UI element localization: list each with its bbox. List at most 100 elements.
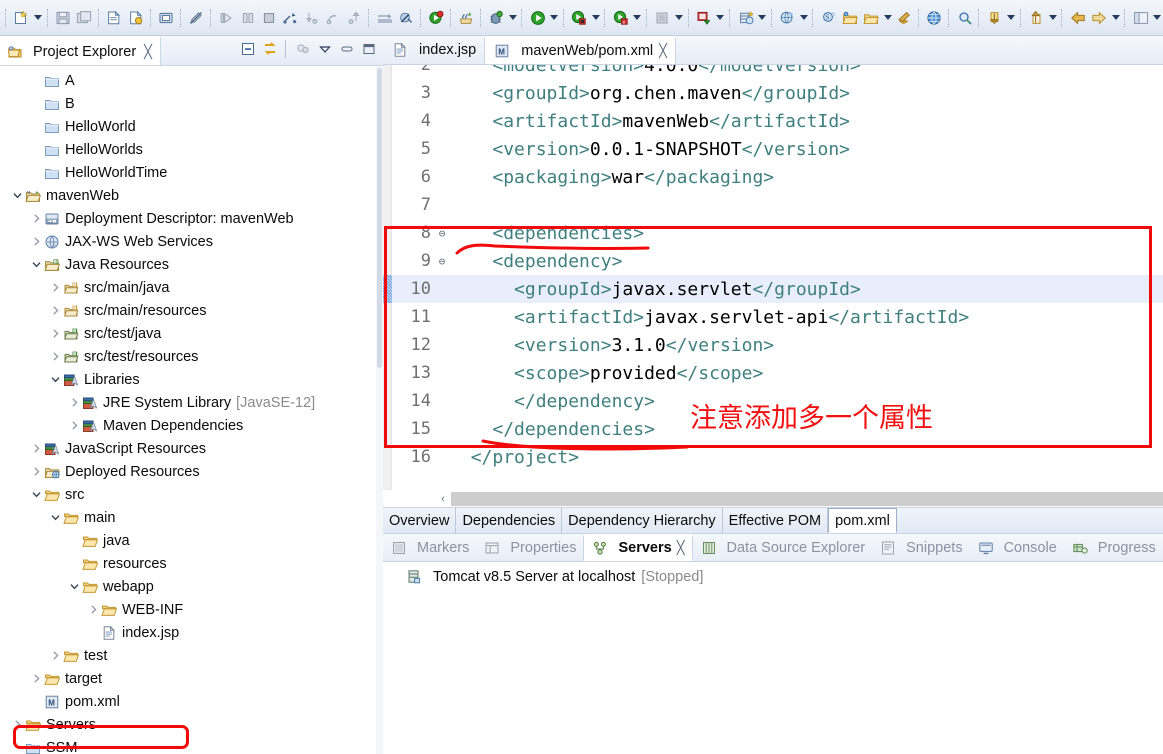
tree-item-java[interactable]: java	[0, 529, 383, 552]
chevron-right-icon[interactable]	[67, 414, 81, 437]
chevron-right-icon[interactable]	[29, 460, 43, 483]
new-connection-dropdown-arrow[interactable]	[798, 7, 809, 29]
tree-item-src-main-java[interactable]: src/main/java	[0, 276, 383, 299]
save-icon[interactable]	[53, 7, 72, 29]
chevron-down-icon[interactable]	[48, 506, 62, 529]
editor-tab-mavenweb-pom-xml[interactable]: MmavenWeb/pom.xml ╳	[484, 36, 676, 64]
bottom-tab-data-source-explorer[interactable]: Data Source Explorer	[693, 534, 873, 561]
editor-horizontal-scrollbar[interactable]: ‹	[383, 490, 1163, 507]
pom-tab-overview[interactable]: Overview	[383, 508, 457, 533]
link-with-editor-icon[interactable]	[260, 39, 280, 59]
chevron-down-icon[interactable]	[10, 184, 24, 207]
new-server-icon[interactable]	[736, 7, 755, 29]
tree-item-test[interactable]: test	[0, 644, 383, 667]
tree-item-java-resources[interactable]: Java Resources	[0, 253, 383, 276]
tree-item-a[interactable]: A	[0, 69, 383, 92]
publish-to-server-icon[interactable]	[694, 7, 713, 29]
tree-item-resources[interactable]: resources	[0, 552, 383, 575]
view-menu-icon[interactable]	[315, 39, 335, 59]
next-annotation-dropdown-arrow[interactable]	[1005, 7, 1016, 29]
chevron-right-icon[interactable]	[48, 299, 62, 322]
chevron-down-icon[interactable]	[29, 253, 43, 276]
tree-item-deployed-resources[interactable]: Deployed Resources	[0, 460, 383, 483]
save-all-icon[interactable]	[75, 7, 94, 29]
code-line-8[interactable]: 8 ⊖ <dependencies>	[383, 219, 1163, 247]
chevron-right-icon[interactable]	[29, 667, 43, 690]
code-line-9[interactable]: 9 ⊖ <dependency>	[383, 247, 1163, 275]
tree-item-src-test-resources[interactable]: src/test/resources	[0, 345, 383, 368]
maximize-icon[interactable]	[359, 39, 379, 59]
code-line-3[interactable]: 3 <groupId>org.chen.maven</groupId>	[383, 79, 1163, 107]
tree-item-helloworlds[interactable]: HelloWorlds	[0, 138, 383, 161]
chevron-right-icon[interactable]	[29, 437, 43, 460]
code-line-4[interactable]: 4 <artifactId>mavenWeb</artifactId>	[383, 107, 1163, 135]
stop-server-icon[interactable]	[653, 7, 672, 29]
toggle-mark-occurrences-icon[interactable]	[186, 7, 205, 29]
fold-toggle-icon[interactable]: ⊖	[435, 227, 449, 240]
chevron-right-icon[interactable]	[10, 713, 24, 736]
new-css-file-icon[interactable]	[126, 7, 145, 29]
tree-item-helloworld[interactable]: HelloWorld	[0, 115, 383, 138]
project-tree[interactable]: A B HelloWorld HelloWorlds HelloWorldTime Mma…	[0, 66, 383, 754]
close-icon[interactable]: ╳	[144, 44, 152, 60]
back-icon[interactable]	[1068, 7, 1087, 29]
publish-dropdown-arrow[interactable]	[715, 7, 726, 29]
previous-annotation-dropdown-arrow[interactable]	[1047, 7, 1058, 29]
project-tree-scrollbar[interactable]	[376, 66, 383, 754]
code-line-6[interactable]: 6 <packaging>war</packaging>	[383, 163, 1163, 191]
next-annotation-icon[interactable]	[985, 7, 1004, 29]
chevron-right-icon[interactable]	[48, 322, 62, 345]
fold-toggle-icon[interactable]: ⊖	[435, 255, 449, 268]
bottom-tab-properties[interactable]: Properties	[476, 534, 583, 561]
debug-dropdown-arrow[interactable]	[507, 7, 518, 29]
step-into-icon[interactable]	[302, 7, 321, 29]
pom-tab-pom-xml[interactable]: pom.xml	[828, 508, 897, 533]
bottom-tab-servers[interactable]: Servers ╳	[583, 534, 693, 561]
debug-on-server-dropdown-arrow[interactable]	[632, 7, 643, 29]
forward-dropdown-arrow[interactable]	[1110, 7, 1121, 29]
print-icon[interactable]	[156, 7, 175, 29]
skip-breakpoints-icon[interactable]	[396, 7, 415, 29]
close-icon[interactable]: ╳	[659, 43, 667, 59]
code-line-12[interactable]: 12 <version>3.1.0</version>	[383, 331, 1163, 359]
tree-item-web-inf[interactable]: WEB-INF	[0, 598, 383, 621]
chevron-down-icon[interactable]	[67, 575, 81, 598]
tree-item-helloworldtime[interactable]: HelloWorldTime	[0, 161, 383, 184]
chevron-right-icon[interactable]	[48, 276, 62, 299]
tree-item-index-jsp[interactable]: index.jsp	[0, 621, 383, 644]
collapse-all-icon[interactable]	[238, 39, 258, 59]
new-connection-profile-icon[interactable]	[778, 7, 797, 29]
tree-item-jre-system-library[interactable]: JRE System Library [JavaSE-12]	[0, 391, 383, 414]
new-jsp-file-icon[interactable]	[105, 7, 124, 29]
terminate-icon[interactable]	[259, 7, 278, 29]
tree-item-main[interactable]: main	[0, 506, 383, 529]
tree-item-target[interactable]: target	[0, 667, 383, 690]
minimize-icon[interactable]	[337, 39, 357, 59]
step-over-icon[interactable]	[323, 7, 342, 29]
new-server-dropdown-arrow[interactable]	[756, 7, 767, 29]
debug-on-server-icon[interactable]: e	[611, 7, 630, 29]
new-java-class-icon[interactable]	[456, 7, 475, 29]
run-on-server-dropdown-arrow[interactable]	[590, 7, 601, 29]
code-line-16[interactable]: 16 </project>	[383, 443, 1163, 471]
hscroll-track[interactable]	[451, 491, 1163, 506]
open-type-icon[interactable]: S	[819, 7, 838, 29]
search-icon[interactable]	[955, 7, 974, 29]
open-task-list-icon[interactable]	[840, 7, 859, 29]
run-last-tool-icon[interactable]	[426, 7, 445, 29]
tree-item-libraries[interactable]: Libraries	[0, 368, 383, 391]
code-line-5[interactable]: 5 <version>0.0.1-SNAPSHOT</version>	[383, 135, 1163, 163]
tree-item-src-test-java[interactable]: src/test/java	[0, 322, 383, 345]
chevron-right-icon[interactable]	[29, 207, 43, 230]
previous-annotation-icon[interactable]	[1027, 7, 1046, 29]
tree-item-src[interactable]: src	[0, 483, 383, 506]
tree-item-servers[interactable]: Servers	[0, 713, 383, 736]
new-annotation-dropdown-arrow[interactable]	[882, 7, 893, 29]
bottom-tab-console[interactable]: Console	[970, 534, 1064, 561]
chevron-right-icon[interactable]	[86, 598, 100, 621]
step-return-icon[interactable]	[345, 7, 364, 29]
bottom-tab-progress[interactable]: Progress	[1064, 534, 1163, 561]
disconnect-icon[interactable]	[281, 7, 300, 29]
chevron-right-icon[interactable]	[48, 644, 62, 667]
editor-tab-index-jsp[interactable]: index.jsp	[383, 36, 484, 64]
